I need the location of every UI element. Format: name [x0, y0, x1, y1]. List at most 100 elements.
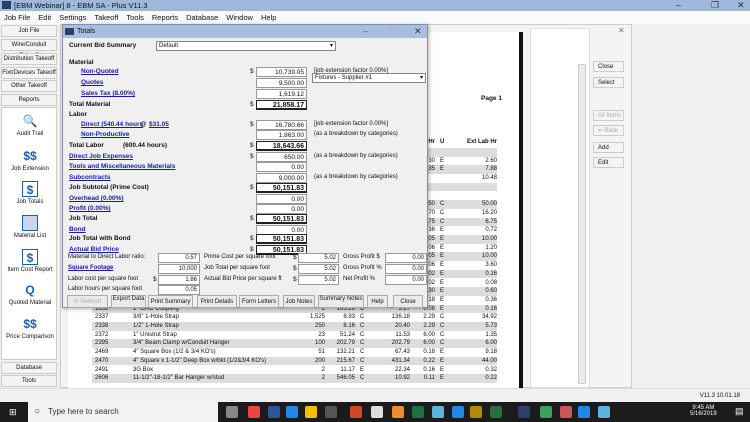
export-data-button[interactable]: Export Data — [111, 295, 146, 308]
taskbar-search[interactable]: ○ Type here to search — [28, 402, 218, 422]
refresh-button[interactable]: ⟳ Refresh — [67, 295, 108, 308]
sidebar-reports[interactable]: Reports — [1, 94, 57, 106]
sidebar-fixt-devices[interactable]: Fixt/Devices Takeoff — [1, 67, 57, 79]
taskbar-app-icon[interactable] — [371, 406, 383, 418]
overhead-field[interactable]: 0.00 — [256, 194, 307, 204]
menu-reports[interactable]: Reports — [148, 11, 182, 24]
direct-job-expenses-field[interactable]: 650.00 — [256, 152, 307, 162]
menu-database[interactable]: Database — [182, 11, 222, 24]
taskbar-app-icon[interactable] — [598, 406, 610, 418]
taskbar-app-icon[interactable] — [490, 406, 502, 418]
quotes-link[interactable]: Quotes — [81, 79, 103, 86]
overhead-link[interactable]: Overhead (0.00%) — [69, 195, 124, 202]
total-material-field[interactable]: 21,858.17 — [256, 100, 307, 110]
close-button[interactable]: Close — [593, 61, 624, 72]
sidebar-item-item-cost-report[interactable]: $ Item Cost Report — [2, 249, 58, 273]
labor-hours-sqft-field[interactable]: 0.05 — [158, 285, 200, 295]
taskbar-app-icon[interactable] — [286, 406, 298, 418]
net-profit-pct-field[interactable]: 0.00 — [385, 275, 427, 285]
print-details-button[interactable]: Print Details — [197, 295, 237, 308]
menu-edit[interactable]: Edit — [34, 11, 55, 24]
form-letters-button[interactable]: Form Letters — [239, 295, 279, 308]
add-button[interactable]: Add — [593, 142, 624, 153]
taskbar-app-icon[interactable] — [305, 406, 317, 418]
taskbar-app-icon[interactable] — [452, 406, 464, 418]
total-labor-field[interactable]: 18,643.66 — [256, 141, 307, 151]
direct-job-expenses-link[interactable]: Direct Job Expenses — [69, 153, 133, 160]
subcontracts-field[interactable]: 9,000.00 — [256, 173, 307, 183]
sidebar-item-material-list[interactable]: Material List — [2, 215, 58, 239]
minimize-icon[interactable]: – — [363, 25, 368, 38]
direct-link[interactable]: Direct (540.44 hours — [81, 121, 143, 128]
close-button[interactable]: Close — [393, 295, 423, 308]
maximize-icon[interactable]: ☐ — [388, 25, 396, 38]
menu-settings[interactable]: Settings — [55, 11, 90, 24]
back-button[interactable]: ⇐ Back — [593, 125, 624, 136]
taskbar-app-icon[interactable] — [540, 406, 552, 418]
all-items-button[interactable]: All Items — [593, 110, 624, 121]
taskbar-app-icon[interactable] — [268, 406, 280, 418]
subcontracts-link[interactable]: Subcontracts — [69, 174, 111, 181]
sidebar-tools[interactable]: Tools — [1, 375, 57, 387]
clock[interactable]: 9:45 AM 5/16/2019 — [690, 405, 717, 417]
sales-tax-link[interactable]: Sales Tax (8.00%) — [81, 90, 135, 97]
close-icon[interactable]: ✕ — [737, 0, 745, 11]
profit-field[interactable]: 0.00 — [256, 204, 307, 214]
sidebar-item-job-totals[interactable]: $ Job Totals — [2, 181, 58, 205]
taskbar-app-icon[interactable] — [412, 406, 424, 418]
menu-tools[interactable]: Tools — [122, 11, 148, 24]
sales-tax-field[interactable]: 1,619.12 — [256, 89, 307, 99]
gross-profit-pct-field[interactable]: 0.00 — [385, 264, 427, 274]
bond-link[interactable]: Bond — [69, 226, 86, 233]
minimize-icon[interactable]: – — [676, 0, 681, 11]
bid-summary-select[interactable]: Default ▾ — [156, 41, 336, 51]
ratio-field[interactable]: 0.57 — [158, 253, 200, 263]
prime-sqft-field[interactable]: 5.02 — [298, 253, 339, 263]
select-button[interactable]: Select — [593, 77, 624, 88]
notifications-icon[interactable]: ▤ — [735, 406, 744, 417]
sidebar-item-job-extension[interactable]: $$ Job Extension — [2, 148, 58, 172]
job-notes-button[interactable]: Job Notes — [283, 295, 315, 308]
job-total-bond-field[interactable]: 50,151.83 — [256, 234, 307, 244]
profit-link[interactable]: Profit (0.00%) — [69, 205, 111, 212]
taskbar-app-icon[interactable] — [470, 406, 482, 418]
labor-cost-sqft-field[interactable]: 1.86 — [158, 275, 200, 285]
job-subtotal-field[interactable]: 50,151.83 — [256, 183, 307, 193]
sidebar-distribution[interactable]: Distribution Takeoff — [1, 53, 57, 65]
non-quoted-link[interactable]: Non-Quoted — [81, 68, 119, 75]
actual-bid-link[interactable]: Actual Bid Price — [69, 246, 119, 253]
non-productive-field[interactable]: 1,863.00 — [256, 130, 307, 140]
gross-profit-field[interactable]: 0.00 — [385, 253, 427, 263]
menu-job-file[interactable]: Job File — [0, 11, 34, 24]
taskbar-app-icon[interactable] — [248, 406, 260, 418]
supplier-select[interactable]: Fixtures - Supplier #1 ▾ — [312, 73, 426, 83]
labor-rate-link[interactable]: $31.05 — [149, 121, 169, 128]
sidebar-item-audit-trail[interactable]: 🔍 Audit Trail — [2, 113, 58, 137]
non-quoted-field[interactable]: 10,739.05 — [256, 67, 307, 77]
print-summary-button[interactable]: Print Summary — [148, 295, 193, 308]
maximize-icon[interactable]: ❐ — [711, 0, 719, 11]
sidebar-item-price-comparison[interactable]: $$ Price Comparison — [2, 316, 58, 340]
tools-misc-link[interactable]: Tools and Miscellaneous Materials — [69, 163, 175, 170]
sidebar-database[interactable]: Database — [1, 362, 57, 374]
scrollbar[interactable] — [578, 64, 586, 384]
help-button[interactable]: Help — [367, 295, 388, 308]
taskbar-app-icon[interactable] — [432, 406, 444, 418]
edit-button[interactable]: Edit — [593, 157, 624, 168]
summary-notes-button[interactable]: Summary Notes — [318, 295, 364, 308]
taskbar-app-icon[interactable] — [518, 406, 530, 418]
sidebar-item-quoted-material[interactable]: Q Quoted Material — [2, 282, 58, 306]
tools-misc-field[interactable]: 0.00 — [256, 162, 307, 172]
menu-takeoff[interactable]: Takeoff — [90, 11, 122, 24]
windows-start-icon[interactable]: ⊞ — [9, 407, 17, 418]
close-icon[interactable]: ✕ — [618, 26, 625, 35]
non-productive-link[interactable]: Non-Productive — [81, 131, 129, 138]
quotes-field[interactable]: 9,500.00 — [256, 78, 307, 88]
square-footage-field[interactable]: 10,000 — [158, 264, 200, 274]
taskbar-app-icon[interactable] — [350, 406, 362, 418]
bid-sqft-field[interactable]: 5.02 — [298, 275, 339, 285]
sidebar-wire-conduit[interactable]: Wire/Conduit Takeoff — [1, 39, 57, 59]
close-icon[interactable]: ✕ — [414, 25, 422, 38]
menu-help[interactable]: Help — [257, 11, 280, 24]
square-footage-link[interactable]: Square Footage — [68, 265, 113, 271]
